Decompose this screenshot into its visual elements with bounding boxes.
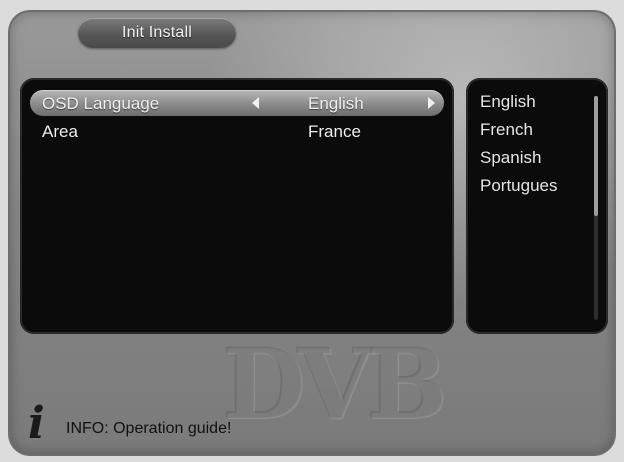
option-english[interactable]: English — [480, 92, 536, 112]
list-scrollbar[interactable] — [594, 96, 598, 320]
osd-language-label: OSD Language — [42, 94, 160, 113]
area-label: Area — [42, 122, 78, 141]
list-scroll-thumb[interactable] — [594, 96, 598, 216]
info-text: INFO: Operation guide! — [66, 420, 232, 437]
option-portugues[interactable]: Portugues — [480, 176, 558, 196]
settings-panel: OSD Language English Area France — [20, 78, 454, 334]
area-value: France — [308, 122, 361, 141]
arrow-left-icon[interactable] — [252, 97, 259, 109]
window-title: Init Install — [78, 18, 236, 48]
option-french[interactable]: French — [480, 120, 533, 140]
menu-row-osd-language[interactable]: OSD Language English — [30, 90, 444, 116]
info-bar: i INFO: Operation guide! — [22, 402, 602, 446]
tv-screen: Init Install OSD Language English Area F… — [0, 0, 624, 462]
window-title-text: Init Install — [122, 24, 192, 41]
osd-language-value: English — [308, 94, 364, 113]
install-window: Init Install OSD Language English Area F… — [8, 10, 616, 456]
option-spanish[interactable]: Spanish — [480, 148, 541, 168]
arrow-right-icon[interactable] — [428, 97, 435, 109]
info-icon: i — [28, 398, 45, 449]
language-options-list: English French Spanish Portugues — [466, 78, 608, 334]
menu-row-area[interactable]: Area France — [30, 118, 444, 144]
